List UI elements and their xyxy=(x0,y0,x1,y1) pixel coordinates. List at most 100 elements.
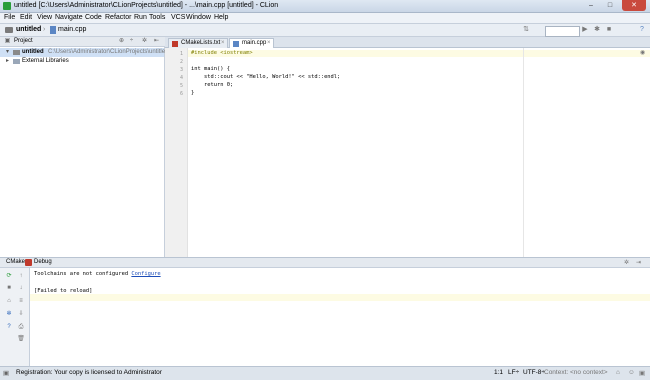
file-encoding[interactable]: UTF-8÷ xyxy=(523,369,545,376)
settings-icon[interactable]: ✲ xyxy=(5,310,13,318)
tab-label: main.cpp xyxy=(242,40,267,46)
clion-app-icon xyxy=(3,2,11,10)
project-tree: ▾ untitled C:\Users\Administrator\CLionP… xyxy=(0,47,168,257)
hide-panel-icon[interactable]: ⇤ xyxy=(153,38,160,45)
line-number: 6 xyxy=(179,91,183,97)
menu-help[interactable]: Help xyxy=(214,14,228,21)
breadcrumb-separator-icon: › xyxy=(43,26,46,33)
down-icon[interactable]: ↓ xyxy=(17,284,25,292)
code-line: } xyxy=(191,90,195,96)
menu-refactor[interactable]: Refactor xyxy=(105,14,131,21)
tab-main-cpp[interactable]: main.cpp × xyxy=(229,38,274,48)
collapse-arrow-icon[interactable]: ▸ xyxy=(6,57,9,64)
cmake-file-icon xyxy=(172,41,178,47)
menu-navigate[interactable]: Navigate xyxy=(55,14,83,21)
current-line-highlight xyxy=(187,50,650,57)
maximize-button[interactable]: □ xyxy=(600,0,620,11)
current-line-highlight xyxy=(30,294,650,301)
cmake-icon xyxy=(25,259,32,266)
menu-view[interactable]: View xyxy=(37,14,52,21)
expand-arrow-icon[interactable]: ▾ xyxy=(6,48,9,55)
breadcrumb-file[interactable]: main.cpp xyxy=(58,26,86,33)
line-number: 5 xyxy=(179,83,183,89)
trash-icon[interactable]: 🗑 xyxy=(17,335,25,343)
build-icon[interactable]: ⇅ xyxy=(522,26,530,34)
tab-debug[interactable]: Debug xyxy=(34,259,52,265)
code-line: return 0; xyxy=(191,82,234,88)
minimize-button[interactable]: – xyxy=(582,0,600,11)
tree-item-path: C:\Users\Administrator\CLionProjects\unt… xyxy=(48,49,169,55)
navigation-toolbar: untitled › main.cpp ⇅ ▶ ✱ ■ ? xyxy=(0,24,650,37)
console-message: Toolchains are not configured xyxy=(34,271,132,277)
code-editor[interactable]: 1 2 3 4 5 6 #include <iostream> int main… xyxy=(165,48,650,257)
cpp-file-icon xyxy=(233,41,239,47)
folder-icon xyxy=(13,50,20,55)
right-margin-guide xyxy=(523,48,524,257)
configure-link[interactable]: Configure xyxy=(131,271,160,277)
library-icon xyxy=(13,59,20,64)
help-icon[interactable]: ? xyxy=(638,26,646,34)
sync-icon[interactable]: ⊕ xyxy=(118,38,125,45)
up-icon[interactable]: ↑ xyxy=(17,272,25,280)
folder-icon: ▣ xyxy=(4,38,11,44)
gear-icon[interactable]: ✲ xyxy=(141,38,148,45)
wrap-icon[interactable]: ≡ xyxy=(17,297,25,305)
tree-item-untitled[interactable]: ▾ untitled C:\Users\Administrator\CLionP… xyxy=(0,48,168,57)
line-number: 1 xyxy=(179,51,183,57)
editor-tabs: CMakeLists.txt × main.cpp × xyxy=(165,37,650,48)
close-tab-icon[interactable]: × xyxy=(267,40,271,46)
menu-tools[interactable]: Tools xyxy=(149,14,165,21)
status-message: Registration: Your copy is licensed to A… xyxy=(16,369,162,376)
folder-icon xyxy=(5,27,13,33)
event-log-icon[interactable]: ▣ xyxy=(639,369,645,377)
scroll-to-end-icon[interactable]: ⇩ xyxy=(17,310,25,318)
print-icon[interactable]: ⎙ xyxy=(17,323,25,331)
lock-icon[interactable]: ⌂ xyxy=(616,369,620,376)
stop-icon[interactable]: ■ xyxy=(5,284,13,292)
status-bar: ▣ Registration: Your copy is licensed to… xyxy=(0,366,650,380)
menu-edit[interactable]: Edit xyxy=(20,14,32,21)
title-bar: untitled [C:\Users\Administrator\CLionPr… xyxy=(0,0,650,13)
tab-cmakelists[interactable]: CMakeLists.txt × xyxy=(168,38,228,48)
hide-panel-icon[interactable]: ⇥ xyxy=(636,259,641,266)
tree-item-label: External Libraries xyxy=(22,58,69,64)
debug-icon[interactable]: ✱ xyxy=(593,26,601,34)
context-selector[interactable]: Context: <no context> xyxy=(544,369,608,376)
tab-cmake[interactable]: CMake xyxy=(6,259,25,265)
menu-run[interactable]: Run xyxy=(134,14,147,21)
cmake-console[interactable]: Toolchains are not configured Configure … xyxy=(30,268,650,366)
menu-file[interactable]: File xyxy=(4,14,15,21)
caret-position[interactable]: 1:1 xyxy=(494,369,503,376)
menu-vcs[interactable]: VCS xyxy=(171,14,185,21)
cache-icon[interactable]: ⌂ xyxy=(5,297,13,305)
run-configuration-select[interactable] xyxy=(545,26,580,37)
collapse-icon[interactable]: ÷ xyxy=(128,38,135,45)
inspector-icon[interactable]: ☺ xyxy=(628,369,635,376)
line-separator[interactable]: LF÷ xyxy=(508,369,519,376)
menu-bar: File Edit View Navigate Code Refactor Ru… xyxy=(0,13,650,24)
window-title: untitled [C:\Users\Administrator\CLionPr… xyxy=(14,2,279,9)
code-line: int main() { xyxy=(191,66,230,72)
stop-icon[interactable]: ■ xyxy=(605,26,613,34)
tab-label: CMakeLists.txt xyxy=(181,40,221,46)
breadcrumb-project[interactable]: untitled xyxy=(16,26,41,33)
line-number: 4 xyxy=(179,75,183,81)
inspection-eye-icon[interactable]: ◉ xyxy=(640,49,645,56)
reload-icon[interactable]: ⟳ xyxy=(5,272,13,280)
close-tab-icon[interactable]: × xyxy=(221,40,225,46)
project-panel-header: ▣ Project ⊕ ÷ ✲ ⇤ xyxy=(0,37,165,47)
project-panel-label[interactable]: Project xyxy=(14,38,33,44)
code-line: #include <iostream> xyxy=(191,50,253,56)
gear-icon[interactable]: ✲ xyxy=(624,259,629,266)
tree-item-external-libraries[interactable]: ▸ External Libraries xyxy=(0,57,164,66)
line-number-gutter: 1 2 3 4 5 6 xyxy=(165,48,188,257)
line-number: 2 xyxy=(179,59,183,65)
run-icon[interactable]: ▶ xyxy=(581,26,589,34)
tool-window-sidebar: ⟳ ↑ ■ ↓ ⌂ ≡ ✲ ⇩ ? ⎙ 🗑 xyxy=(0,268,30,366)
menu-window[interactable]: Window xyxy=(186,14,211,21)
console-line: [Failed to reload] xyxy=(34,288,93,294)
toggle-tool-windows-icon[interactable]: ▣ xyxy=(3,369,9,377)
help-icon[interactable]: ? xyxy=(5,323,13,331)
close-window-button[interactable]: ✕ xyxy=(622,0,646,11)
menu-code[interactable]: Code xyxy=(85,14,102,21)
